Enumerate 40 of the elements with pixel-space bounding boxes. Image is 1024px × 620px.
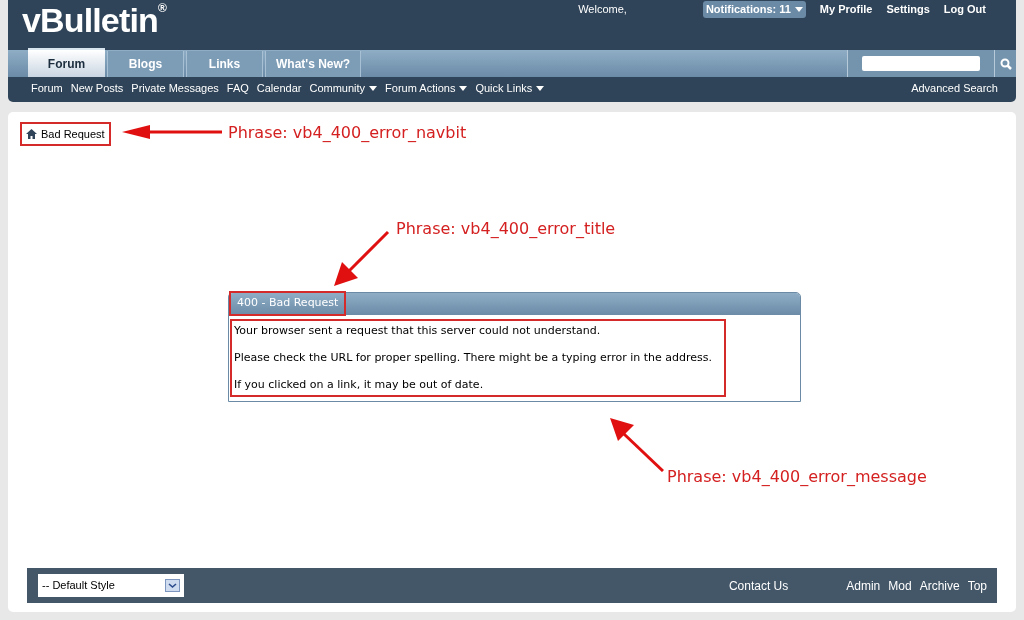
search-field[interactable] [862,56,980,71]
annotation-arrow [334,230,390,286]
annotation-label: Phrase: vb4_400_error_title [396,218,616,240]
nav-tab[interactable]: Forum [28,48,105,77]
footer-link[interactable]: Mod [888,576,912,595]
error-message: If you clicked on a link, it may be out of date. [234,378,485,392]
caret-icon [369,86,378,91]
footer-link[interactable]: Top [967,576,987,595]
header-link[interactable]: Log Out [943,1,986,18]
subnav-link[interactable]: Forum Actions [385,80,468,97]
breadcrumb[interactable]: Bad Request [20,122,111,146]
caret-icon [459,86,468,91]
caret-icon [536,86,545,91]
error-message: Your browser sent a request that this server could not understand. [234,324,602,338]
subnav-link[interactable]: FAQ [226,80,249,97]
style-select[interactable]: -- Default Style [38,574,184,597]
contact-link[interactable]: Contact Us [728,576,789,595]
header-link[interactable]: Settings [886,1,930,18]
footer-link[interactable]: Archive [919,576,960,595]
subnav-link[interactable]: Quick Links [475,80,545,97]
subnav-link[interactable]: Forum [31,80,63,97]
annotation-label: Phrase: vb4_400_error_navbit [228,122,467,144]
caret-icon [794,7,803,12]
welcome-text: Welcome, [578,2,627,18]
annotation-label: Phrase: vb4_400_error_message [667,466,927,488]
advanced-search-link[interactable]: Advanced Search [911,80,998,97]
notifications-button[interactable]: Notifications: 11 [702,1,806,18]
error-message: Please check the URL for proper spelling. There might be a typing error in the address. [234,351,713,365]
subnav-link[interactable]: Private Messages [131,80,219,97]
logo[interactable]: vBulletin® [22,0,166,40]
header-link[interactable]: My Profile [819,1,873,18]
annotation-arrow [610,418,664,472]
footer-link[interactable]: Admin [846,576,881,595]
home-icon [26,129,37,139]
subnav-link[interactable]: Community [309,80,378,97]
search-icon [999,57,1012,70]
dropdown-icon [165,579,180,592]
subnav-link[interactable]: Calendar [256,80,302,97]
error-title: 400 - Bad Request [229,290,347,316]
subnav-link[interactable]: New Posts [70,80,124,97]
